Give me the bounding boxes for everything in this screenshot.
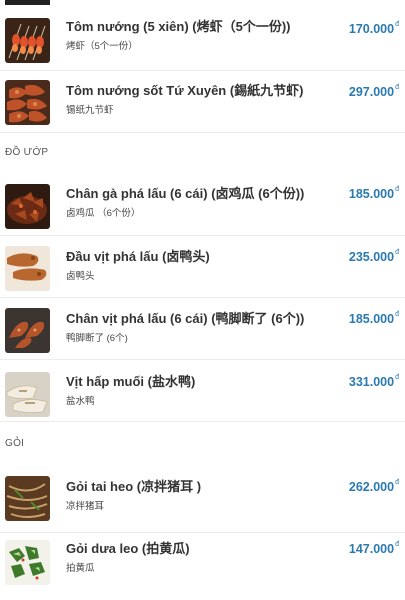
item-name: Đầu vịt phá lấu (卤鸭头) [66, 249, 210, 264]
section-title: ĐỒ ƯỚP [5, 147, 49, 158]
cucumber-salad-image [5, 540, 50, 585]
menu-item[interactable]: Gỏi tai heo (凉拌猪耳 ) 凉拌猪耳 262.000đ [0, 466, 405, 533]
item-price: 297.000đ [348, 83, 399, 99]
item-name: Vịt hấp muối (盐水鸭) [66, 374, 196, 389]
item-name: Tôm nướng sốt Tứ Xuyên (錫紙九节虾) [66, 83, 304, 98]
braised-chicken-feet-image [5, 184, 50, 229]
item-subtitle: 拍黄瓜 [66, 563, 95, 574]
item-name: Chân vịt phá lấu (6 cái) (鸭脚断了 (6个)) [66, 311, 305, 326]
menu-item[interactable]: Vịt hấp muối (盐水鸭) 盐水鸭 331.000đ [0, 359, 405, 422]
item-subtitle: 凉拌猪耳 [66, 501, 105, 512]
menu-item[interactable]: Gỏi dưa leo (拍黄瓜) 拍黄瓜 147.000đ [0, 532, 405, 600]
sichuan-shrimp-image [5, 80, 50, 125]
item-subtitle: 锡纸九节虾 [66, 105, 114, 116]
pig-ear-salad-image [5, 476, 50, 521]
item-subtitle: 烤虾（5个一份） [66, 41, 138, 52]
item-price: 185.000đ [348, 310, 399, 326]
item-subtitle: 卤鸭头 [66, 271, 95, 282]
salted-duck-image [5, 372, 50, 417]
grilled-shrimp-skewers-image [5, 18, 50, 63]
item-price: 262.000đ [348, 478, 399, 494]
section-title: GỎI [5, 438, 25, 449]
item-name: Gỏi tai heo (凉拌猪耳 ) [66, 479, 202, 494]
item-price: 235.000đ [348, 248, 399, 264]
menu-item[interactable]: Đầu vịt phá lấu (卤鸭头) 卤鸭头 235.000đ [0, 235, 405, 298]
item-name: Tôm nướng (5 xiên) (烤虾（5个一份)) [66, 19, 291, 34]
item-price: 185.000đ [348, 185, 399, 201]
item-price: 331.000đ [348, 373, 399, 389]
menu-item[interactable]: Chân gà phá lấu (6 cái) (卤鸡瓜 (6个份)) 卤鸡瓜 … [0, 175, 405, 236]
menu-list: Tôm nướng (5 xiên) (烤虾（5个一份)) 烤虾（5个一份） 1… [0, 0, 405, 600]
menu-item[interactable]: Tôm nướng (5 xiên) (烤虾（5个一份)) 烤虾（5个一份） 1… [0, 0, 405, 71]
braised-duck-feet-image [5, 308, 50, 353]
item-price: 147.000đ [348, 540, 399, 556]
braised-duck-head-image [5, 246, 50, 291]
menu-item[interactable]: Tôm nướng sốt Tứ Xuyên (錫紙九节虾) 锡纸九节虾 297… [0, 70, 405, 133]
item-subtitle: 盐水鸭 [66, 396, 95, 407]
item-name: Chân gà phá lấu (6 cái) (卤鸡瓜 (6个份)) [66, 186, 305, 201]
menu-item[interactable]: Chân vịt phá lấu (6 cái) (鸭脚断了 (6个)) 鸭脚断… [0, 297, 405, 360]
item-price: 170.000đ [348, 20, 399, 36]
item-subtitle: 卤鸡瓜 （6个份） [66, 208, 141, 219]
item-subtitle: 鸭脚断了 (6个) [66, 333, 128, 344]
item-name: Gỏi dưa leo (拍黄瓜) [66, 541, 190, 556]
